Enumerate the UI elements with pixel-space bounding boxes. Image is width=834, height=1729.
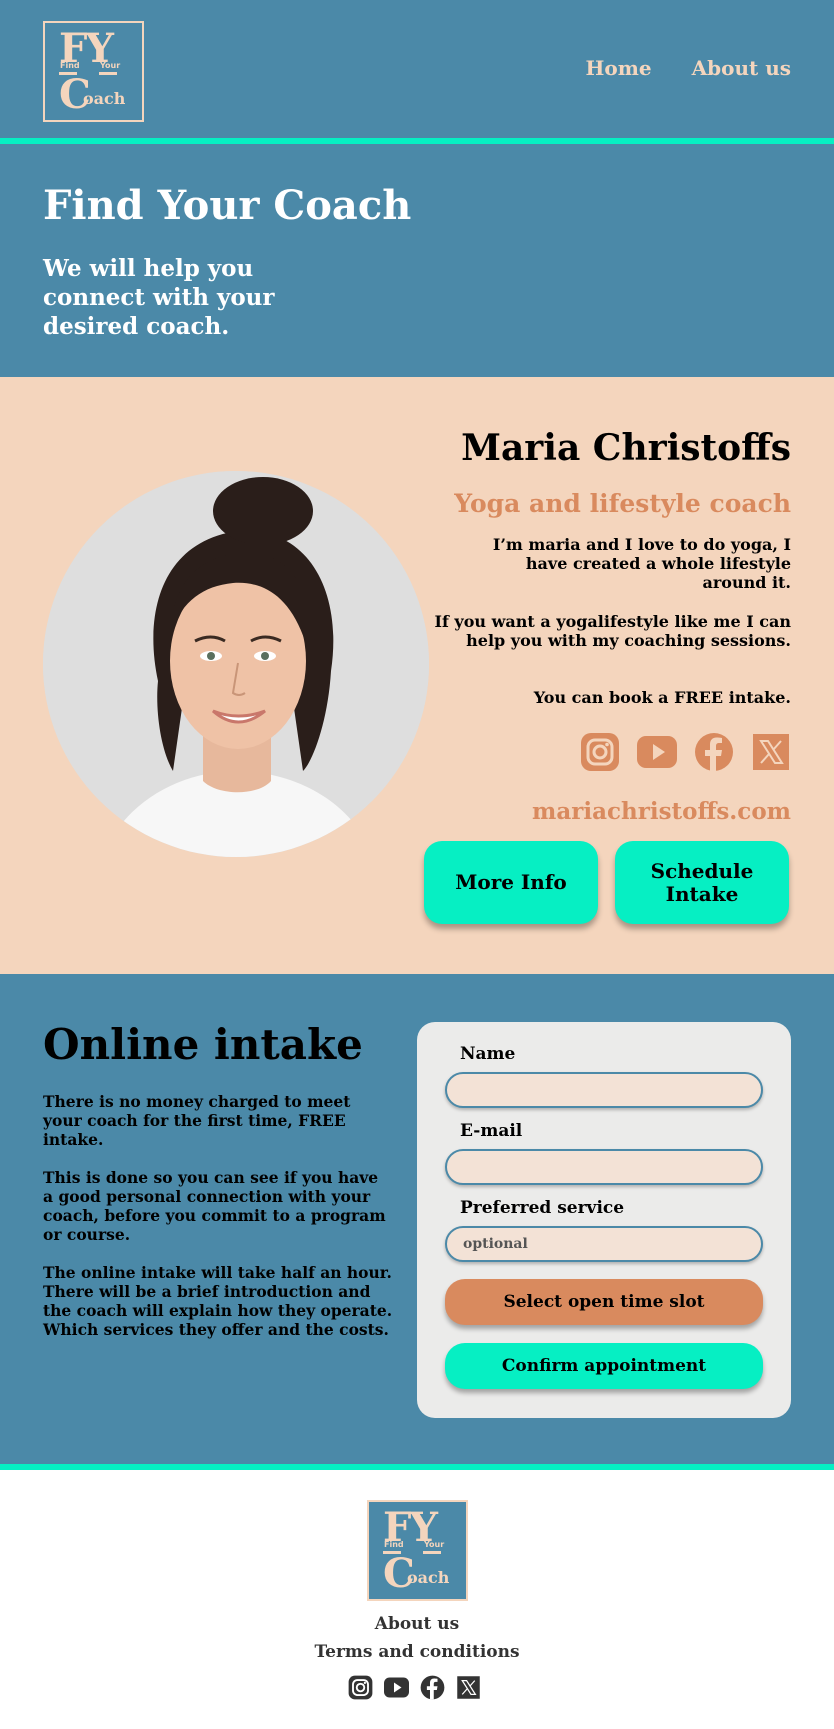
coach-social-links (580, 732, 791, 772)
schedule-intake-button[interactable]: Schedule Intake (615, 841, 789, 924)
instagram-icon[interactable] (580, 732, 620, 772)
service-field[interactable] (445, 1226, 763, 1262)
coach-website-link[interactable]: mariachristoffs.com (532, 798, 791, 825)
footer-social-links (348, 1675, 481, 1700)
intake-form: Name E-mail Preferred service Select ope… (417, 1022, 791, 1418)
site-logo[interactable]: FY Find Your C oach (43, 21, 144, 122)
hero-title: Find Your Coach (43, 182, 412, 229)
instagram-icon[interactable] (348, 1675, 373, 1700)
x-icon[interactable] (456, 1675, 481, 1700)
coach-role: Yoga and lifestyle coach (454, 489, 791, 518)
youtube-icon[interactable] (637, 732, 677, 772)
name-label: Name (460, 1044, 516, 1064)
confirm-appointment-button[interactable]: Confirm appointment (445, 1343, 763, 1389)
coach-bio-3: You can book a FREE intake. (533, 688, 791, 707)
name-field[interactable] (445, 1072, 763, 1108)
logo-find: Find (60, 61, 80, 70)
youtube-icon[interactable] (384, 1675, 409, 1700)
facebook-icon[interactable] (694, 732, 734, 772)
x-icon[interactable] (751, 732, 791, 772)
coach-section: Maria Christoffs Yoga and lifestyle coac… (0, 377, 834, 974)
hero-section: Find Your Coach We will help you connect… (0, 144, 834, 377)
footer-about-link[interactable]: About us (0, 1614, 834, 1634)
logo-bar (423, 1551, 441, 1554)
logo-oach: oach (407, 1568, 450, 1587)
logo-find: Find (384, 1540, 404, 1549)
select-time-slot-button[interactable]: Select open time slot (445, 1279, 763, 1325)
coach-bio-2: If you want a yogalifestyle like me I ca… (434, 612, 791, 650)
footer-terms-link[interactable]: Terms and conditions (0, 1642, 834, 1662)
more-info-button[interactable]: More Info (424, 841, 598, 924)
email-field[interactable] (445, 1149, 763, 1185)
email-label: E-mail (460, 1121, 523, 1141)
intake-paragraph-1: There is no money charged to meet your c… (43, 1092, 351, 1149)
intake-paragraph-3: The online intake will take half an hour… (43, 1263, 393, 1339)
facebook-icon[interactable] (420, 1675, 445, 1700)
logo-your: Your (100, 61, 121, 70)
site-footer: FY Find Your C oach About us Terms and c… (0, 1470, 834, 1729)
logo-bar (99, 72, 117, 75)
footer-logo[interactable]: FY Find Your C oach (367, 1500, 468, 1601)
coach-photo (43, 471, 429, 857)
nav-about-us[interactable]: About us (692, 56, 791, 80)
coach-bio-1: I’m maria and I love to do yoga, I have … (492, 535, 791, 592)
hero-subtitle: We will help you connect with your desir… (43, 255, 275, 340)
intake-paragraph-2: This is done so you can see if you have … (43, 1168, 386, 1244)
service-label: Preferred service (460, 1198, 625, 1218)
nav-home[interactable]: Home (585, 56, 651, 80)
site-header: FY Find Your C oach Home About us (0, 0, 834, 138)
coach-name: Maria Christoffs (461, 427, 791, 469)
intake-section: Online intake There is no money charged … (0, 974, 834, 1464)
logo-your: Your (424, 1540, 445, 1549)
main-nav: Home About us (585, 56, 791, 80)
coach-portrait-image (43, 471, 429, 857)
intake-title: Online intake (43, 1020, 363, 1069)
logo-oach: oach (83, 89, 126, 108)
